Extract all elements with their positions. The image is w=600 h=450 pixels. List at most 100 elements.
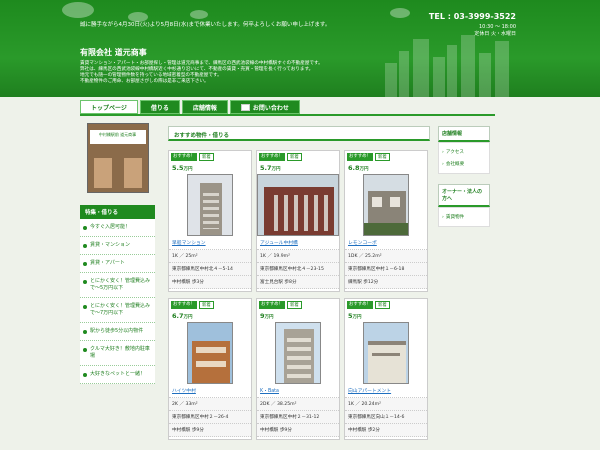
property-address: 東京都練馬区中村北４－5-14	[169, 263, 251, 276]
nav-contact[interactable]: お問い合わせ	[229, 100, 300, 114]
phone-number: TEL : 03-3999-3522	[428, 12, 516, 21]
feature-link[interactable]: 賃貸・マンション	[80, 237, 155, 255]
new-badge: 新着	[286, 301, 302, 309]
company-profile-link[interactable]: › 会社概要	[439, 158, 489, 170]
cloud-decoration	[62, 2, 94, 18]
company-name[interactable]: 有限会社 道元商事	[80, 47, 147, 58]
shop-info-title: 店舗情報	[438, 126, 490, 142]
right-sidebar: 店舗情報 › アクセス › 会社概要 オーナー・法人の方へ › 賃貸物件	[438, 126, 490, 227]
feature-link[interactable]: 大好きなペットと一緒！	[80, 366, 155, 384]
city-skyline-illustration	[385, 27, 515, 97]
site-header: 誠に勝手ながら4月30日(火)より5月8日(水)まで休業いたします。何卒よろしく…	[0, 0, 600, 97]
property-address: 東京都練馬区中村２－31-12	[257, 411, 339, 424]
nav-divider	[80, 114, 495, 116]
property-card[interactable]: おすすめ！ 新着 5万円 向山アパートメント 1K ／ 20.24m² 東京都練馬…	[344, 298, 428, 440]
recommended-badge: おすすめ！	[347, 153, 373, 161]
property-station: 練馬駅 歩12分	[345, 276, 427, 289]
nav-top-page[interactable]: トップページ	[80, 100, 138, 114]
new-badge: 新着	[286, 153, 302, 161]
property-layout: 1K ／ 20.24m²	[345, 398, 427, 411]
property-price: 6.8万円	[348, 164, 369, 172]
property-card[interactable]: おすすめ！ 新着 5.7万円 アジュール中村橋 1K ／ 19.9m² 東京都練馬…	[256, 150, 340, 292]
property-card[interactable]: おすすめ！ 新着 9万円 K・Bata 2DK ／ 38.25m² 東京都練馬区中…	[256, 298, 340, 440]
new-badge: 新着	[198, 301, 214, 309]
recommended-badge: おすすめ！	[259, 153, 285, 161]
feature-link[interactable]: 駅から徒歩5分以内物件	[80, 323, 155, 341]
owner-title: オーナー・法人の方へ	[438, 184, 490, 207]
bullet-icon	[83, 262, 87, 266]
property-price: 6.7万円	[172, 312, 193, 320]
property-name-link[interactable]: ハイツ中村	[169, 384, 251, 398]
cloud-decoration	[190, 10, 208, 19]
desc-line: 不動産物件のご用命、お部屋さがしの際は是非ご来店下さい。	[80, 79, 209, 84]
property-name-link[interactable]: 早船マンション	[169, 236, 251, 250]
property-price: 5.5万円	[172, 164, 193, 172]
property-photo[interactable]	[187, 174, 233, 236]
nav-shop-info[interactable]: 店舗情報	[181, 100, 228, 114]
property-price: 5.7万円	[260, 164, 281, 172]
chevron-right-icon: ›	[442, 214, 444, 220]
main-nav: トップページ 借りる 店舗情報 お問い合わせ	[80, 100, 300, 114]
left-sidebar: 中村橋駅前 道元商事 特集・借りる 今すぐ入居可能！ 賃貸・マンション 賃貸・ア…	[80, 123, 155, 384]
property-layout: 2DK ／ 38.25m²	[257, 398, 339, 411]
new-badge: 新着	[198, 153, 214, 161]
nav-contact-label: お問い合わせ	[252, 104, 289, 112]
property-price: 9万円	[260, 312, 274, 320]
property-station: 中村橋駅 歩3分	[169, 276, 251, 289]
property-layout: 1K ／ 25m²	[169, 250, 251, 263]
property-photo[interactable]	[257, 174, 339, 236]
property-photo[interactable]	[187, 322, 233, 384]
bullet-icon	[83, 226, 87, 230]
bullet-icon	[83, 348, 87, 352]
property-station: 中村橋駅 歩9分	[257, 424, 339, 437]
bullet-icon	[83, 280, 87, 284]
closure-notice: 誠に勝手ながら4月30日(火)より5月8日(水)まで休業いたします。何卒よろしく…	[80, 22, 331, 28]
access-link[interactable]: › アクセス	[439, 146, 489, 158]
shop-photo[interactable]: 中村橋駅前 道元商事	[86, 123, 149, 193]
recommended-badge: おすすめ！	[347, 301, 373, 309]
property-station: 富士見台駅 歩8分	[257, 276, 339, 289]
bullet-icon	[83, 373, 87, 377]
property-price: 5万円	[348, 312, 362, 320]
property-name-link[interactable]: K・Bata	[257, 384, 339, 398]
property-name-link[interactable]: 向山アパートメント	[345, 384, 427, 398]
property-card[interactable]: おすすめ！ 新着 6.7万円 ハイツ中村 2K ／ 33m² 東京都練馬区中村２－…	[168, 298, 252, 440]
property-photo[interactable]	[275, 322, 321, 384]
feature-list: 今すぐ入居可能！ 賃貸・マンション 賃貸・アパート とにかく安く！管理費込みで～…	[80, 219, 155, 384]
recommended-badge: おすすめ！	[171, 153, 197, 161]
cloud-decoration	[390, 8, 410, 18]
company-description: 賃貸マンション・アパート・お部屋探し・管理は道元商事まで、練馬区の西武池袋線の中…	[80, 61, 410, 85]
recommended-badge: おすすめ！	[259, 301, 285, 309]
property-address: 東京都練馬区中村北４－23-15	[257, 263, 339, 276]
chevron-right-icon: ›	[442, 161, 444, 167]
feature-link[interactable]: 今すぐ入居可能！	[80, 219, 155, 237]
feature-link[interactable]: 賃貸・アパート	[80, 255, 155, 273]
new-badge: 新着	[374, 153, 390, 161]
property-layout: 2K ／ 33m²	[169, 398, 251, 411]
property-grid: おすすめ！ 新着 5.5万円 早船マンション 1K ／ 25m² 東京都練馬区中村…	[168, 150, 430, 440]
chevron-right-icon: ›	[442, 149, 444, 155]
section-title: おすすめ物件・借りる	[168, 126, 430, 141]
rental-property-link[interactable]: › 賃貸物件	[439, 211, 489, 223]
property-address: 東京都練馬区向山１－14-6	[345, 411, 427, 424]
bullet-icon	[83, 330, 87, 334]
property-address: 東京都練馬区中村２－26-4	[169, 411, 251, 424]
feature-section-title: 特集・借りる	[80, 205, 155, 219]
nav-rent[interactable]: 借りる	[139, 100, 180, 114]
bullet-icon	[83, 244, 87, 248]
main-content: おすすめ物件・借りる おすすめ！ 新着 5.5万円 早船マンション 1K ／ 25…	[168, 126, 430, 440]
feature-link[interactable]: とにかく安く！管理費込みで～5万円以下	[80, 273, 155, 298]
property-name-link[interactable]: アジュール中村橋	[257, 236, 339, 250]
feature-link[interactable]: クルマ大好き！敷地内駐車場	[80, 341, 155, 366]
property-card[interactable]: おすすめ！ 新着 5.5万円 早船マンション 1K ／ 25m² 東京都練馬区中村…	[168, 150, 252, 292]
property-station: 中村橋駅 歩2分	[345, 424, 427, 437]
property-layout: 1DK ／ 25.2m²	[345, 250, 427, 263]
bullet-icon	[83, 305, 87, 309]
property-photo[interactable]	[363, 174, 409, 236]
property-name-link[interactable]: レモンコーポ	[345, 236, 427, 250]
feature-link[interactable]: とにかく安く！管理費込みで～7万円以下	[80, 298, 155, 323]
property-card[interactable]: おすすめ！ 新着 6.8万円 レモンコーポ 1DK ／ 25.2m² 東京都練馬区…	[344, 150, 428, 292]
mail-icon	[240, 103, 250, 111]
property-photo[interactable]	[363, 322, 409, 384]
recommended-badge: おすすめ！	[171, 301, 197, 309]
